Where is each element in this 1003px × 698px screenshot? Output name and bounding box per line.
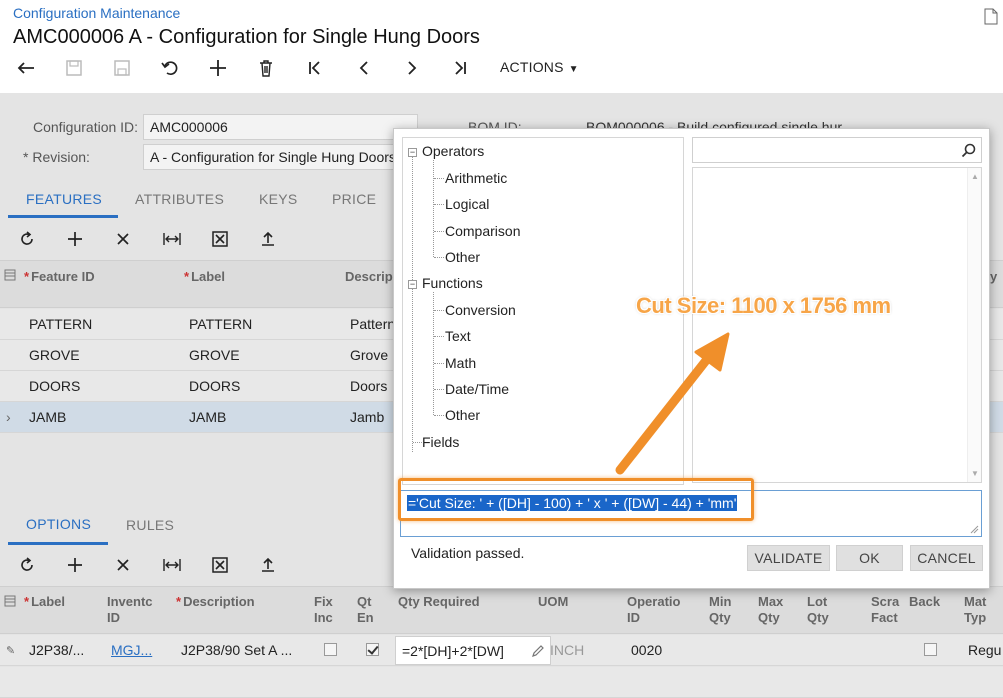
- annotation-callout: Cut Size: 1100 x 1756 mm: [636, 293, 891, 318]
- annotation-arrow-icon: [615, 332, 730, 475]
